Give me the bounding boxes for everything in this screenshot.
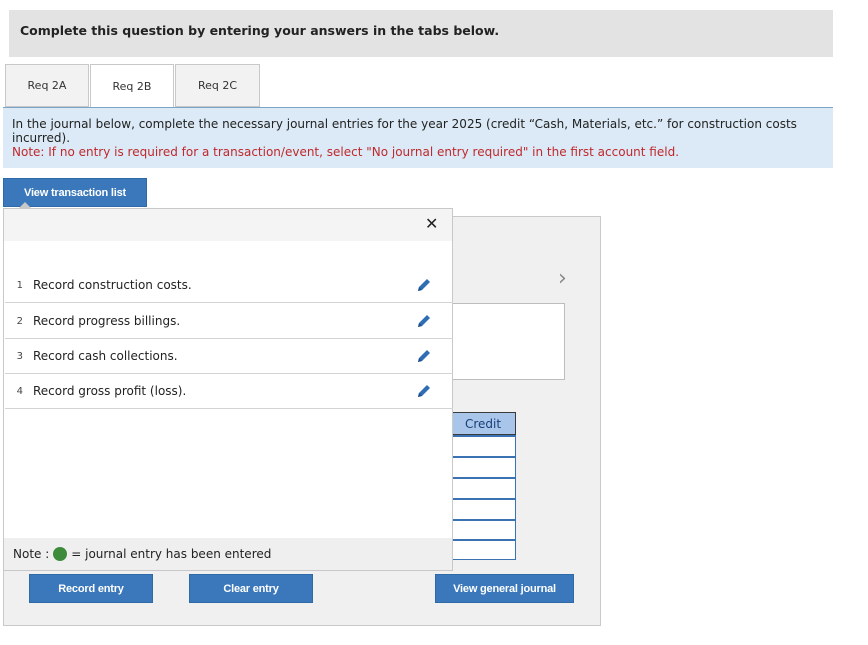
pencil-icon[interactable]	[415, 347, 433, 365]
transaction-row: 2 Record progress billings.	[5, 304, 453, 339]
tab-req-2a[interactable]: Req 2A	[5, 64, 89, 107]
close-icon[interactable]: ✕	[425, 214, 438, 233]
transaction-number: 4	[16, 385, 23, 397]
header-title: Complete this question by entering your …	[20, 23, 500, 38]
instructions-text: In the journal below, complete the neces…	[12, 117, 797, 145]
chevron-right-icon[interactable]: ›	[558, 266, 567, 291]
credit-input[interactable]	[450, 539, 516, 560]
clear-entry-button[interactable]: Clear entry	[189, 574, 313, 603]
note-prefix: Note :	[13, 547, 50, 561]
popup-header	[4, 209, 452, 241]
instructions-panel: In the journal below, complete the neces…	[3, 108, 833, 168]
record-entry-button[interactable]: Record entry	[29, 574, 153, 603]
credit-input[interactable]	[450, 519, 516, 541]
pencil-icon[interactable]	[415, 382, 433, 400]
credit-input[interactable]	[450, 456, 516, 478]
transaction-row: 4 Record gross profit (loss).	[5, 374, 453, 409]
credit-column-header: Credit	[450, 412, 516, 435]
instructions-header: Complete this question by entering your …	[9, 10, 833, 57]
credit-input[interactable]	[450, 498, 516, 520]
transaction-label: Record cash collections.	[33, 349, 178, 363]
tab-req-2c[interactable]: Req 2C	[175, 64, 260, 107]
legend-note: Note : = journal entry has been entered	[4, 538, 452, 570]
transaction-number: 2	[16, 315, 23, 327]
green-dot-icon	[53, 547, 68, 561]
view-general-journal-button[interactable]: View general journal	[435, 574, 574, 603]
transaction-row: 1 Record construction costs.	[5, 268, 453, 303]
transaction-list-popup: ✕ 1 Record construction costs. 2 Record …	[3, 208, 453, 571]
instructions-note: Note: If no entry is required for a tran…	[12, 145, 680, 159]
transaction-label: Record progress billings.	[33, 314, 181, 328]
transaction-number: 1	[16, 279, 23, 291]
transaction-label: Record gross profit (loss).	[33, 384, 187, 398]
credit-input[interactable]	[450, 435, 516, 457]
transaction-row: 3 Record cash collections.	[5, 339, 453, 374]
tab-req-2b[interactable]: Req 2B	[90, 64, 174, 108]
note-suffix: = journal entry has been entered	[71, 547, 272, 561]
transaction-label: Record construction costs.	[33, 278, 192, 292]
pencil-icon[interactable]	[415, 312, 433, 330]
journal-description-box	[451, 303, 565, 380]
pencil-icon[interactable]	[415, 276, 433, 294]
credit-input[interactable]	[450, 477, 516, 499]
transaction-number: 3	[16, 350, 23, 362]
